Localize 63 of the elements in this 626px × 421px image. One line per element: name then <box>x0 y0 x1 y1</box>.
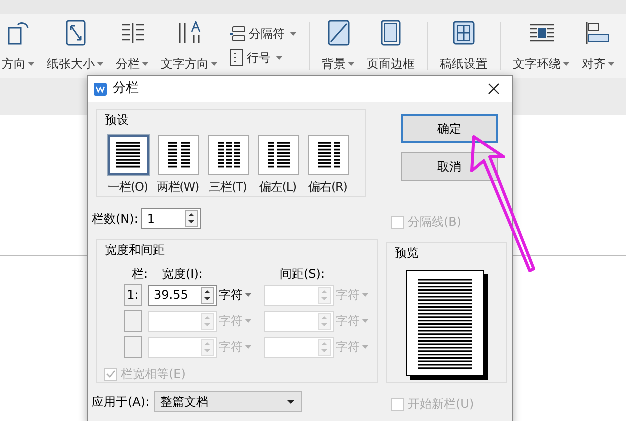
line-number-icon <box>230 49 244 67</box>
column-header: 间距(S): <box>280 266 326 283</box>
text-direction-icon <box>178 21 202 45</box>
group-title: 预设 <box>105 112 130 129</box>
toolbar-button[interactable]: 纸张大小 <box>41 17 110 75</box>
toolbar-button[interactable]: 行号 <box>230 49 297 67</box>
column-number-box: 1: <box>124 284 142 306</box>
caret-icon <box>608 62 615 66</box>
page-break-icon <box>230 26 246 42</box>
caret-icon <box>362 293 369 297</box>
caret-icon <box>362 345 369 349</box>
caret-icon <box>563 62 570 66</box>
app-logo-icon <box>94 82 107 96</box>
window-title: 分栏 <box>113 80 139 98</box>
spin-field[interactable]: 1 <box>141 208 202 229</box>
caret-icon <box>276 56 283 60</box>
column-header: 宽度(I): <box>162 266 204 283</box>
checkbox-label: 分隔线(B) <box>408 214 462 231</box>
caret-icon <box>142 62 149 66</box>
spinner-arrows-icon[interactable] <box>185 210 198 227</box>
spin-field[interactable]: 39.55 <box>148 284 217 306</box>
toolbar-button[interactable]: 分栏 <box>110 17 155 75</box>
toolbar-button[interactable]: 页面边框 <box>361 17 421 75</box>
column-number-box <box>124 310 142 332</box>
background-icon <box>328 20 350 46</box>
caret-icon <box>245 293 252 297</box>
align-icon <box>586 21 612 45</box>
caret-icon <box>348 62 355 66</box>
toolbar-button[interactable]: 文字环绕 <box>507 17 576 75</box>
apply-to-dropdown[interactable]: 整篇文档 <box>154 391 302 412</box>
caret-icon <box>290 32 297 36</box>
toolbar-button[interactable]: 背景 <box>316 17 361 75</box>
grid-paper-icon <box>453 21 475 45</box>
toolbar-button[interactable]: 对齐 <box>576 17 621 75</box>
checkbox-label: 开始新栏(U) <box>408 396 474 413</box>
checkbox-label: 栏宽相等(E) <box>121 366 186 383</box>
page-border-icon <box>381 20 401 46</box>
caret-icon <box>362 319 369 323</box>
column-number-box <box>124 336 142 358</box>
unit-dropdown[interactable]: 字符 <box>219 286 252 304</box>
close-icon[interactable] <box>488 83 500 95</box>
group-title: 预览 <box>395 245 420 262</box>
dialog-button[interactable]: 确定 <box>401 114 498 143</box>
field-label: 栏数(N): <box>92 210 138 228</box>
toolbar-button[interactable]: 分隔符 <box>230 25 297 43</box>
caret-icon <box>97 62 104 66</box>
rotate-page-icon <box>8 20 30 46</box>
columns-icon <box>120 22 144 44</box>
caret-icon <box>211 62 218 66</box>
caret-icon <box>28 62 35 66</box>
caret-icon <box>245 319 252 323</box>
text-wrap-icon <box>528 23 554 43</box>
caret-icon <box>286 400 295 404</box>
caret-icon <box>245 345 252 349</box>
dialog-button[interactable]: 取消 <box>401 152 498 181</box>
column-header: 栏: <box>130 266 150 283</box>
field-label: 应用于(A): <box>92 394 150 410</box>
spinner-arrows-icon[interactable] <box>201 286 214 304</box>
page-resize-icon <box>66 20 86 46</box>
toolbar-button[interactable]: 稿纸设置 <box>434 17 494 75</box>
toolbar-button[interactable]: 文字方向 <box>155 17 224 75</box>
group-title: 宽度和间距 <box>105 242 166 259</box>
toolbar-button[interactable]: 方向 <box>0 17 41 75</box>
